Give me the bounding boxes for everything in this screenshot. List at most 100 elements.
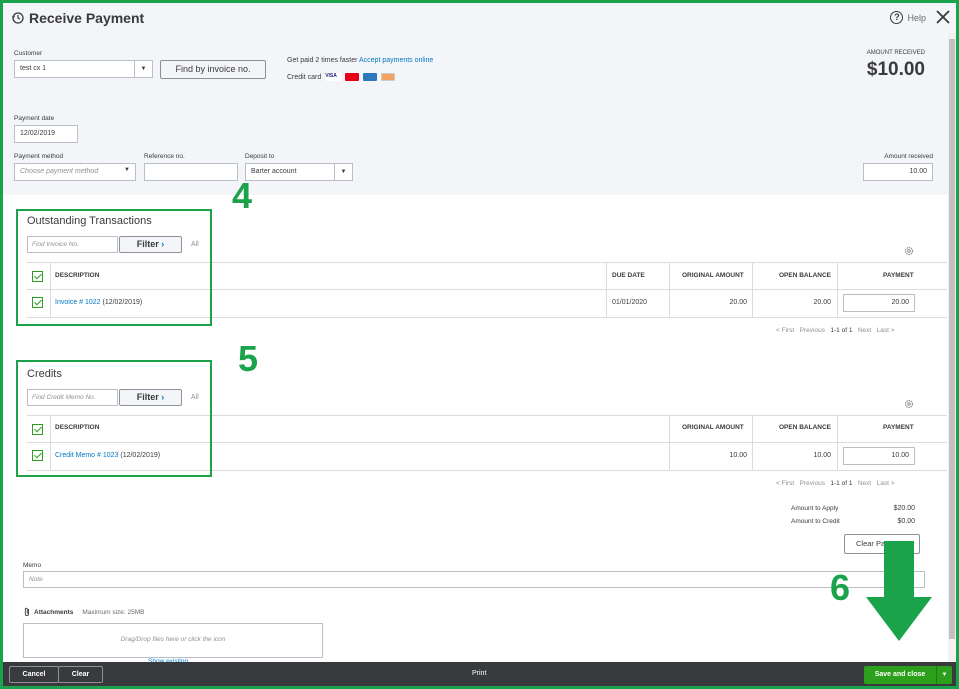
open-balance-cell: 10.00 (813, 452, 831, 459)
column-divider (752, 262, 753, 318)
customer-value: test cx 1 (20, 65, 47, 72)
amount-received-field-label: Amount received (884, 153, 933, 160)
column-divider (837, 262, 838, 318)
payment-method-label: Payment method (14, 153, 64, 160)
save-and-close-label: Save and close (874, 671, 926, 678)
amex-icon (363, 73, 378, 81)
close-icon[interactable] (934, 8, 952, 26)
pager-previous[interactable]: Previous (800, 480, 825, 487)
pager-last[interactable]: Last > (877, 480, 895, 487)
payment-method-placeholder: Choose payment method (20, 168, 99, 175)
original-amount-cell: 10.00 (729, 452, 747, 459)
chevron-down-icon[interactable]: ▼ (134, 61, 152, 77)
help-label: Help (907, 12, 926, 23)
payment-input[interactable]: 20.00 (843, 294, 915, 312)
column-divider (606, 262, 607, 318)
gear-icon[interactable] (904, 246, 914, 256)
payment-date-field[interactable]: 12/02/2019 (14, 125, 78, 143)
paperclip-icon (24, 607, 29, 616)
pager-range: 1-1 of 1 (830, 480, 853, 487)
amount-to-credit-value: $0.00 (897, 518, 915, 525)
amount-to-credit-label: Amount to Credit (791, 518, 840, 525)
memo-label: Memo (23, 562, 42, 569)
due-date-cell: 01/01/2020 (612, 299, 648, 306)
max-size-label: Maximum size: 25MB (82, 608, 145, 616)
deposit-to-label: Deposit to (245, 153, 275, 160)
footer-bar: Cancel Clear Print Save and close ▼ (3, 662, 956, 686)
deposit-to-value: Barter account (251, 168, 297, 175)
memo-input[interactable]: Note (23, 571, 925, 588)
pager: < First Previous 1-1 of 1 Next Last > (776, 327, 895, 334)
help-icon: ? (890, 11, 904, 24)
attachments-row: Attachments Maximum size: 25MB (23, 607, 145, 617)
save-and-close-button[interactable]: Save and close ▼ (864, 666, 952, 684)
attachment-dropzone[interactable]: Drag/Drop files here or click the icon (23, 623, 323, 658)
help-link[interactable]: ? Help (890, 11, 926, 24)
annotation-step-4: 4 (232, 175, 253, 216)
open-balance-cell: 20.00 (813, 299, 831, 306)
amount-to-apply-value: $20.00 (893, 505, 915, 512)
payment-details-section: Customer test cx 1 ▼ Find by invoice no.… (3, 33, 948, 195)
credit-card-row: Credit card VISA (287, 73, 396, 81)
original-amount-cell: 20.00 (729, 299, 747, 306)
pager-first[interactable]: < First (776, 327, 794, 334)
header-original-amount: ORIGINAL AMOUNT (682, 424, 744, 431)
attachments-label: Attachments (34, 608, 74, 616)
clear-button[interactable]: Clear (58, 666, 103, 683)
annotation-box-outstanding (16, 209, 212, 326)
annotation-step-6: 6 (830, 567, 851, 608)
header-payment: PAYMENT (883, 424, 914, 431)
scrollbar-thumb[interactable] (949, 39, 955, 639)
reference-input[interactable] (144, 163, 238, 181)
promo-text: Get paid 2 times faster Accept payments … (287, 57, 433, 64)
dialog-header: Receive Payment ? Help (3, 3, 956, 33)
history-icon[interactable] (11, 11, 25, 25)
payment-date-value: 12/02/2019 (20, 130, 56, 137)
pager-previous[interactable]: Previous (800, 327, 825, 334)
header-payment: PAYMENT (883, 272, 914, 279)
discover-icon (381, 73, 396, 81)
scrollbar[interactable] (948, 33, 956, 662)
find-by-invoice-button[interactable]: Find by invoice no. (160, 60, 266, 79)
chevron-down-icon[interactable]: ▼ (334, 164, 352, 180)
pager-last[interactable]: Last > (877, 327, 895, 334)
promo-label: Get paid 2 times faster (287, 57, 358, 64)
amount-received-input[interactable]: 10.00 (863, 163, 933, 181)
column-divider (837, 415, 838, 471)
header-open-balance: OPEN BALANCE (779, 424, 832, 431)
cancel-button[interactable]: Cancel (9, 666, 59, 683)
pager-first[interactable]: < First (776, 480, 794, 487)
payment-input[interactable]: 10.00 (843, 447, 915, 465)
pager-next[interactable]: Next (858, 480, 871, 487)
header-open-balance: OPEN BALANCE (779, 272, 832, 279)
header-due-date: DUE DATE (612, 272, 645, 279)
deposit-to-select[interactable]: Barter account ▼ (245, 163, 353, 181)
chevron-down-icon: ▼ (124, 167, 130, 173)
print-link[interactable]: Print (472, 670, 486, 677)
payment-method-select[interactable]: Choose payment method ▼ (14, 163, 136, 181)
credit-card-label: Credit card (287, 73, 322, 81)
customer-label: Customer (14, 50, 43, 57)
arrow-down-icon (866, 541, 932, 641)
customer-select[interactable]: test cx 1 ▼ (14, 60, 153, 78)
pager-next[interactable]: Next (858, 327, 871, 334)
annotation-step-5: 5 (238, 338, 259, 379)
gear-icon[interactable] (904, 399, 914, 409)
amount-to-apply-label: Amount to Apply (791, 505, 839, 512)
pager-range: 1-1 of 1 (830, 327, 853, 334)
amount-received-value: $10.00 (866, 59, 925, 80)
reference-label: Reference no. (144, 153, 185, 160)
column-divider (752, 415, 753, 471)
pager: < First Previous 1-1 of 1 Next Last > (776, 480, 895, 487)
payment-date-label: Payment date (14, 115, 55, 122)
visa-icon: VISA (325, 73, 342, 81)
annotation-box-credits (16, 360, 212, 477)
accept-payments-link[interactable]: Accept payments online (359, 57, 433, 64)
page-title: Receive Payment (29, 10, 145, 26)
column-divider (669, 415, 670, 471)
column-divider (669, 262, 670, 318)
amount-received-label: AMOUNT RECEIVED (866, 50, 925, 56)
header-original-amount: ORIGINAL AMOUNT (682, 272, 744, 279)
chevron-down-icon[interactable]: ▼ (936, 666, 952, 684)
mastercard-icon (345, 73, 360, 81)
